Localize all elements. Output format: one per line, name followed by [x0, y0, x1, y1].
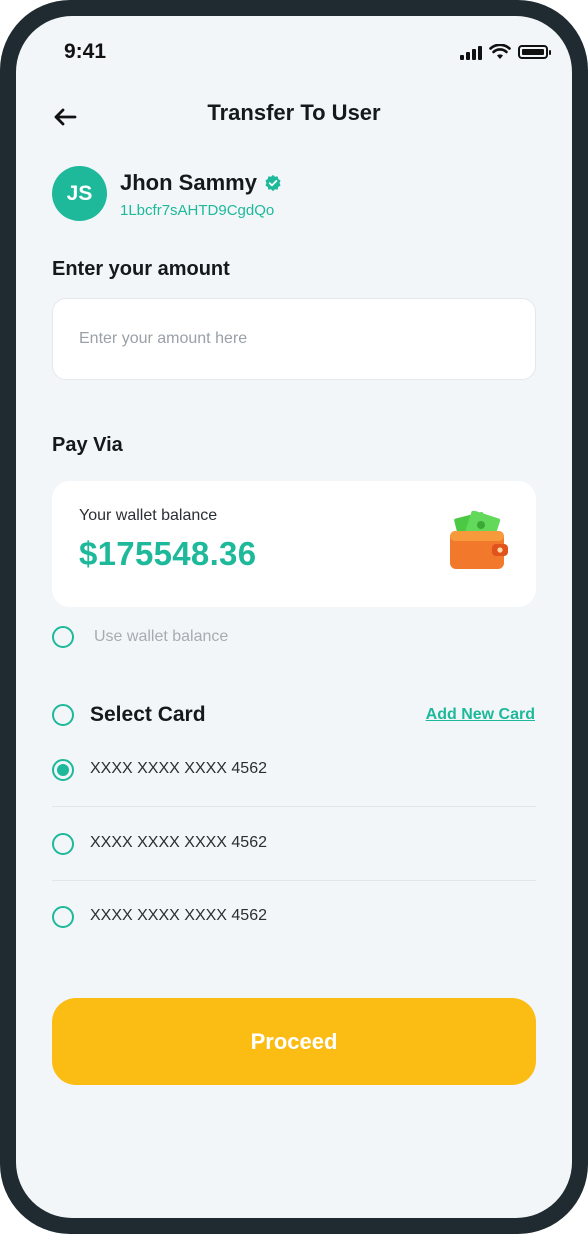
status-icons — [460, 44, 551, 60]
card-number-1[interactable]: XXXX XXXX XXXX 4562 — [90, 760, 267, 778]
wallet-balance-card: Your wallet balance $175548.36 — [52, 481, 536, 607]
card-radio-3[interactable] — [52, 906, 74, 928]
avatar: JS — [52, 166, 107, 221]
amount-field-container — [52, 298, 536, 380]
wallet-icon — [450, 511, 508, 569]
use-wallet-radio[interactable] — [52, 626, 74, 648]
wifi-icon — [489, 44, 511, 59]
signal-icon — [460, 45, 482, 60]
select-card-radio[interactable] — [52, 704, 74, 726]
use-wallet-label: Use wallet balance — [94, 628, 229, 645]
card-radio-2[interactable] — [52, 833, 74, 855]
select-card-label: Select Card — [90, 703, 206, 726]
wallet-balance-amount: $175548.36 — [79, 535, 257, 572]
page-title: Transfer To User — [207, 100, 381, 125]
card-divider — [52, 880, 536, 881]
phone-frame: 9:41 Transfer To User JS Jhon Sammy 1Lbc… — [0, 0, 588, 1234]
add-new-card-link[interactable]: Add New Card — [426, 706, 535, 724]
card-divider — [52, 806, 536, 807]
card-radio-1[interactable] — [52, 759, 74, 781]
recipient-name-row: Jhon Sammy — [120, 170, 282, 196]
battery-icon — [518, 45, 551, 59]
card-number-3[interactable]: XXXX XXXX XXXX 4562 — [90, 907, 267, 925]
verified-badge-icon — [265, 174, 281, 192]
status-time: 9:41 — [64, 40, 107, 63]
recipient-name: Jhon Sammy — [120, 170, 257, 195]
card-number-2[interactable]: XXXX XXXX XXXX 4562 — [90, 834, 267, 852]
recipient-wallet-id: 1Lbcfr7sAHTD9CgdQo — [120, 202, 275, 219]
wallet-balance-label: Your wallet balance — [79, 507, 218, 524]
amount-input[interactable] — [53, 299, 535, 379]
pay-via-label: Pay Via — [52, 434, 123, 456]
amount-label: Enter your amount — [52, 258, 230, 280]
app-screen: 9:41 Transfer To User JS Jhon Sammy 1Lbc… — [16, 16, 572, 1218]
proceed-button[interactable]: Proceed — [52, 998, 536, 1085]
